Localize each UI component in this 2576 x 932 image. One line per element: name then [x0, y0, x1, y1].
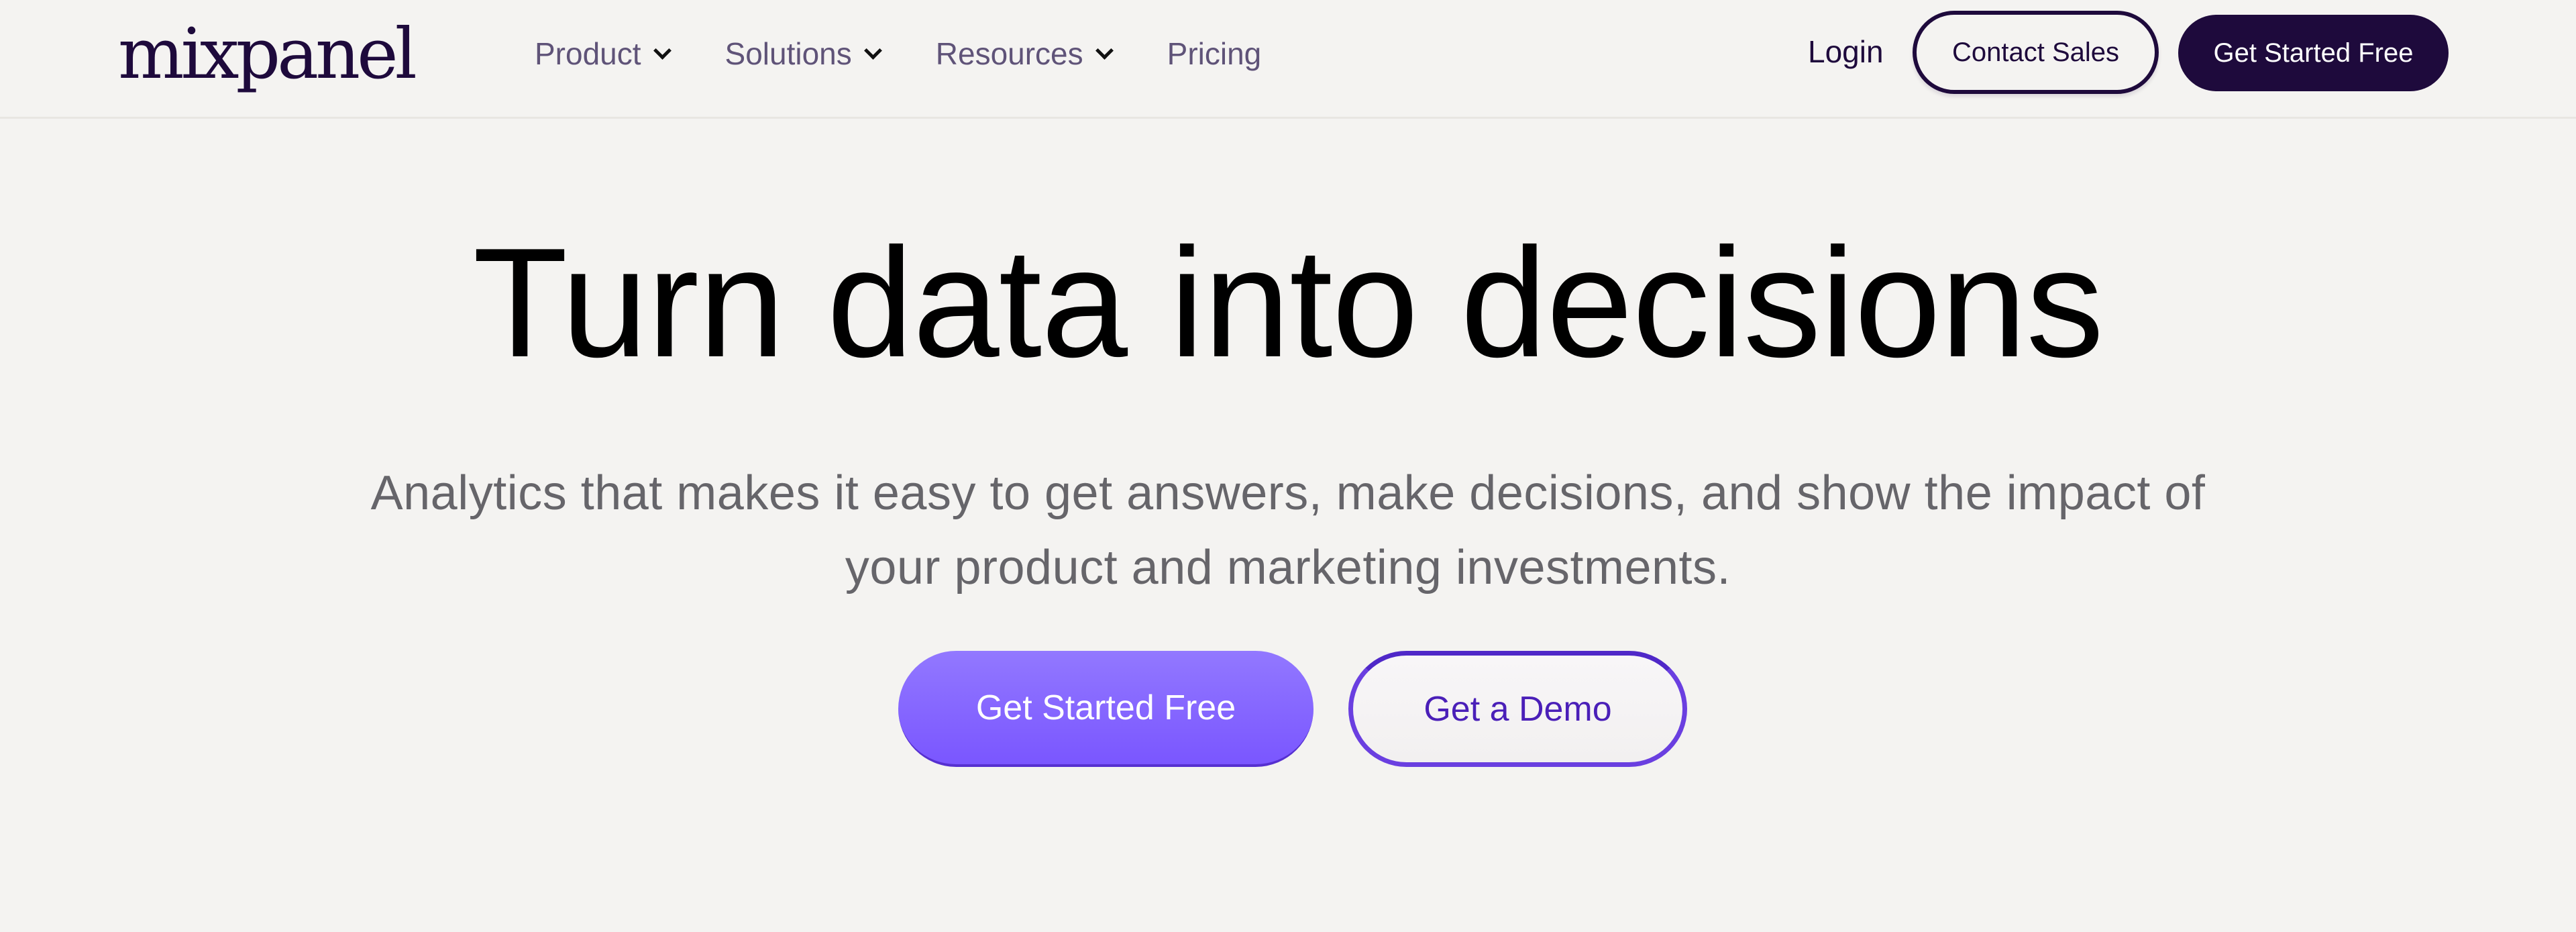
- main-nav: Product Solutions Resources Pricing: [535, 32, 1261, 75]
- nav-pricing-label: Pricing: [1167, 36, 1262, 71]
- hero-get-started-button[interactable]: Get Started Free: [898, 651, 1313, 767]
- hero-subtitle: Analytics that makes it easy to get answ…: [0, 456, 2576, 605]
- hero-cta-row: Get Started Free Get a Demo: [898, 651, 1687, 767]
- site-header: mixpanel Product Solutions Resources Pri…: [0, 0, 2576, 119]
- header-get-started-button[interactable]: Get Started Free: [2178, 15, 2449, 91]
- nav-solutions[interactable]: Solutions: [724, 36, 882, 72]
- hero-subtitle-line1: Analytics that makes it easy to get answ…: [370, 466, 2206, 520]
- chevron-down-icon: [653, 41, 672, 60]
- nav-product-label: Product: [535, 36, 641, 71]
- chevron-down-icon: [863, 41, 882, 60]
- nav-resources[interactable]: Resources: [935, 36, 1114, 72]
- hero-subtitle-line2: your product and marketing investments.: [845, 541, 1731, 594]
- nav-resources-label: Resources: [935, 36, 1083, 71]
- chevron-down-icon: [1095, 41, 1114, 60]
- mixpanel-logo[interactable]: mixpanel: [118, 5, 417, 89]
- nav-solutions-label: Solutions: [724, 36, 852, 71]
- get-demo-button[interactable]: Get a Demo: [1348, 651, 1687, 767]
- login-link[interactable]: Login: [1808, 34, 1884, 70]
- nav-product[interactable]: Product: [535, 36, 672, 72]
- contact-sales-button[interactable]: Contact Sales: [1913, 11, 2159, 94]
- hero-headline: Turn data into decisions: [472, 216, 2104, 390]
- nav-pricing[interactable]: Pricing: [1167, 36, 1262, 72]
